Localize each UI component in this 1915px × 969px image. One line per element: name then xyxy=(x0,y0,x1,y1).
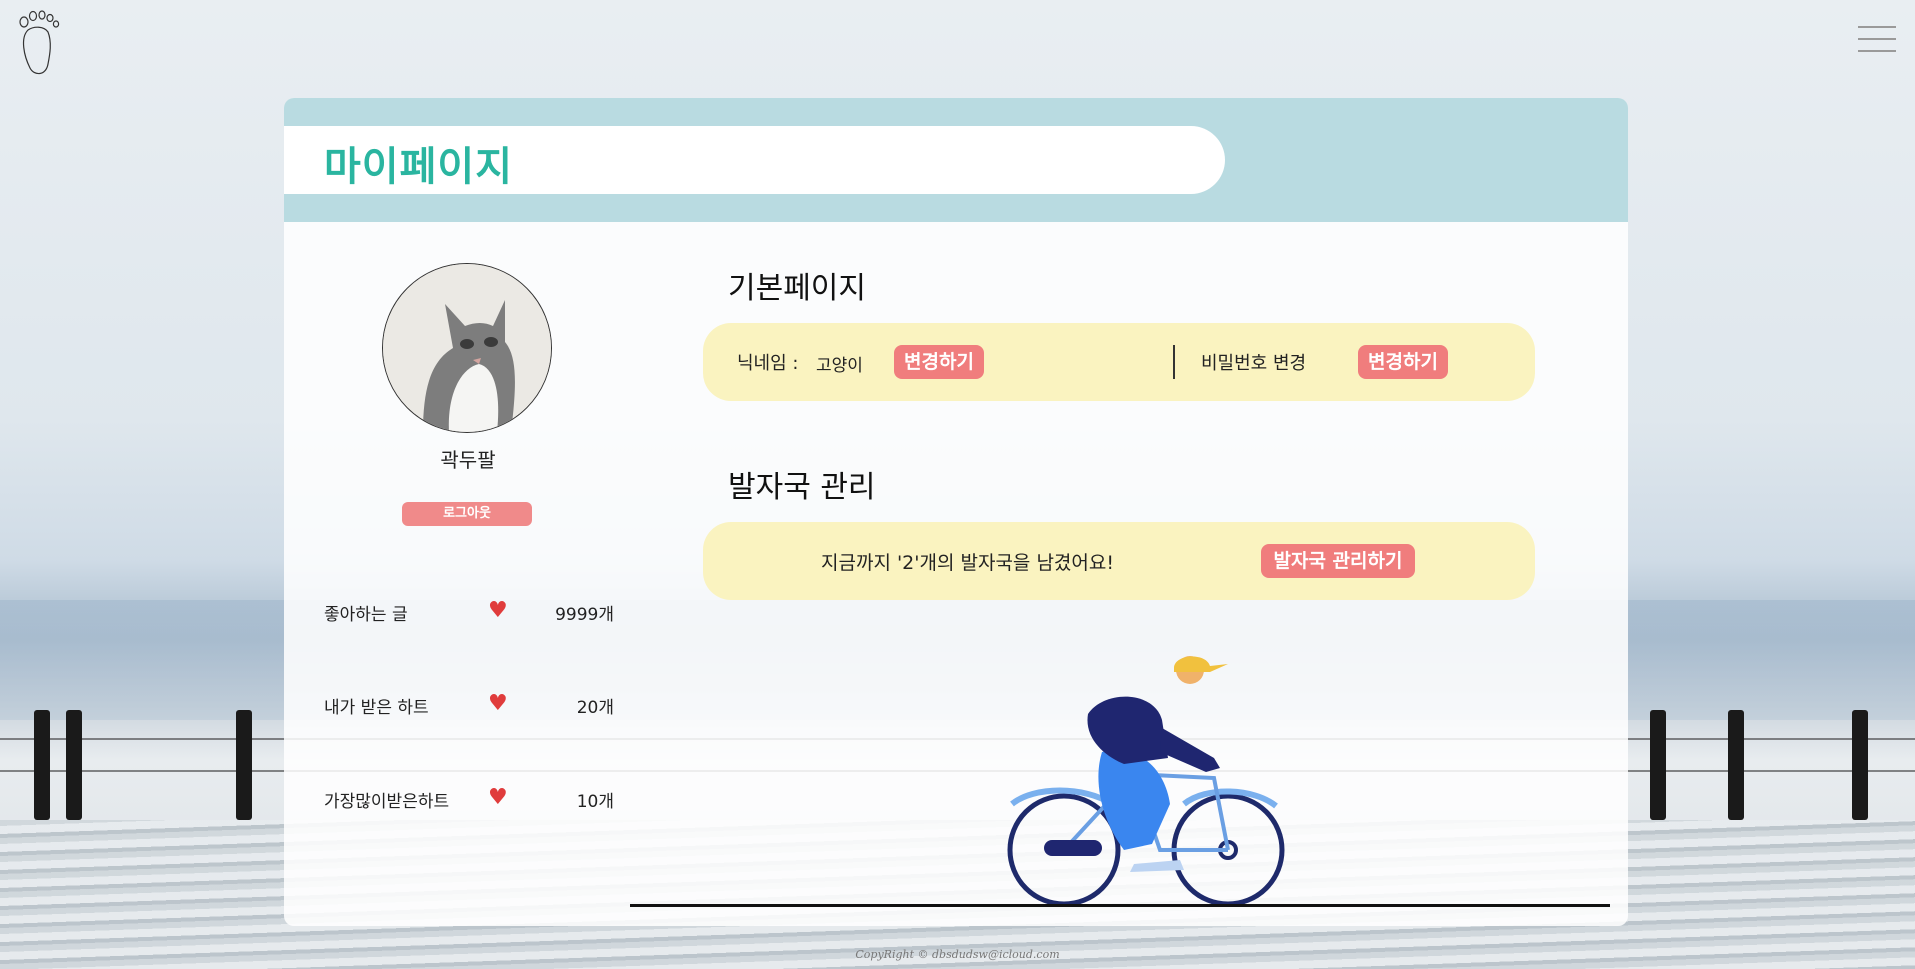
basic-section-title: 기본페이지 xyxy=(728,271,866,306)
background-post xyxy=(66,710,82,820)
stat-value: 20개 xyxy=(576,698,614,718)
copyright: CopyRight © dbsdudsw@icloud.com xyxy=(855,948,1060,961)
manage-footprints-button[interactable]: 발자국 관리하기 xyxy=(1261,544,1415,578)
page-title: 마이페이지 xyxy=(324,143,513,190)
cyclist-illustration xyxy=(1007,656,1285,907)
profile-name: 곽두팔 xyxy=(440,448,496,472)
background-post xyxy=(1852,710,1868,820)
background-post xyxy=(236,710,252,820)
background-post xyxy=(34,710,50,820)
menu-line xyxy=(1858,50,1896,52)
stat-label: 내가 받은 하트 xyxy=(324,698,429,718)
menu-line xyxy=(1858,26,1896,28)
background-post xyxy=(1728,710,1744,820)
heart-icon: ♥ xyxy=(488,785,508,810)
heart-icon: ♥ xyxy=(488,598,508,623)
password-label: 비밀번호 변경 xyxy=(1201,353,1307,374)
divider xyxy=(1173,345,1175,379)
stat-most-hearts: 가장많이받은하트 ♥ 10개 xyxy=(324,783,614,813)
nickname-value: 고양이 xyxy=(816,356,863,376)
nickname-label: 닉네임 : xyxy=(737,353,799,374)
logout-button[interactable]: 로그아웃 xyxy=(402,502,532,526)
heart-icon: ♥ xyxy=(488,691,508,716)
footprints-message: 지금까지 '2'개의 발자국을 남겼어요! xyxy=(821,552,1114,574)
change-password-button[interactable]: 변경하기 xyxy=(1358,345,1448,379)
stat-received-hearts: 내가 받은 하트 ♥ 20개 xyxy=(324,689,614,719)
change-nickname-button[interactable]: 변경하기 xyxy=(894,345,984,379)
basic-settings-bar: 닉네임 : 고양이 변경하기 비밀번호 변경 변경하기 xyxy=(703,323,1535,401)
stat-value: 9999개 xyxy=(555,605,614,625)
hamburger-menu-icon[interactable] xyxy=(1858,26,1896,56)
footprints-bar: 지금까지 '2'개의 발자국을 남겼어요! 발자국 관리하기 xyxy=(703,522,1535,600)
stat-liked-posts: 좋아하는 글 ♥ 9999개 xyxy=(324,596,614,626)
background-post xyxy=(1650,710,1666,820)
stat-label: 가장많이받은하트 xyxy=(324,792,450,812)
ground-line xyxy=(630,904,1610,907)
footprint-icon[interactable] xyxy=(14,8,64,76)
mypage-card: 마이페이지 곽두팔 로그아웃 좋아하는 글 ♥ 9999개 내가 받은 하트 ♥… xyxy=(284,98,1628,926)
cat-photo xyxy=(383,264,551,432)
title-pill: 마이페이지 xyxy=(284,126,1225,194)
footprints-section-title: 발자국 관리 xyxy=(728,470,876,505)
avatar xyxy=(382,263,552,433)
stat-label: 좋아하는 글 xyxy=(324,605,408,625)
stat-value: 10개 xyxy=(576,792,614,812)
menu-line xyxy=(1858,38,1896,40)
card-header: 마이페이지 xyxy=(284,98,1628,222)
